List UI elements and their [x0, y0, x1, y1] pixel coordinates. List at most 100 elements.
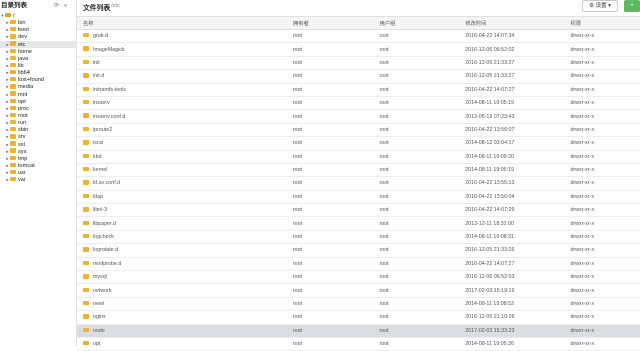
- refresh-icon[interactable]: ⟳: [54, 0, 59, 12]
- table-row[interactable]: network root root 2017-02-03 15:19:19 drwxr-…: [77, 283, 640, 298]
- table-row[interactable]: initramfs-tools root root 2016-04-22 14:07:…: [77, 83, 640, 97]
- table-row[interactable]: init.d root root 2016-12-05 21:33:27 drwxr-x…: [77, 69, 640, 84]
- column-header-permission[interactable]: 权限: [564, 16, 640, 30]
- cell-name: network: [77, 283, 287, 298]
- table-row[interactable]: insserv root root 2014-08-11 19:05:19 drwxr-…: [77, 96, 640, 111]
- file-name[interactable]: nginx: [93, 314, 106, 320]
- file-name[interactable]: ld.so.conf.d: [93, 180, 120, 186]
- table-row[interactable]: node root root 2017-02-03 15:33:23 drwxr-xr-…: [77, 324, 640, 338]
- cell-name: insserv.conf.d: [77, 109, 287, 124]
- directory-tree: ▾ / ▸ bin ▸ boot ▸ dev ▸ etc ▸ home ▸ java ▸ lib ▸ lib64 ▸…: [0, 12, 76, 183]
- add-button[interactable]: +: [624, 0, 640, 12]
- table-row[interactable]: logcheck root root 2014-08-11 19:08:31 drwxr…: [77, 230, 640, 245]
- table-row[interactable]: insserv.conf.d root root 2013-05-19 07:23:4…: [77, 109, 640, 124]
- cell-name: init.d: [77, 69, 287, 84]
- cell-perm: drwxr-xr-x: [564, 176, 640, 191]
- file-name[interactable]: initramfs-tools: [93, 87, 126, 93]
- tree-item[interactable]: ▸ usr: [0, 169, 76, 176]
- table-row[interactable]: logrotate.d root root 2016-12-05 21:33:26 dr…: [77, 243, 640, 258]
- tree-item[interactable]: ▸ lib: [0, 62, 76, 69]
- double-chevron-left-icon[interactable]: «: [64, 0, 67, 12]
- tree-item[interactable]: ▸ home: [0, 48, 76, 55]
- tree-item-label: sbin: [18, 127, 29, 134]
- table-row[interactable]: kbd root root 2014-08-11 19:09:20 drwxr-xr-x: [77, 150, 640, 164]
- tree-item[interactable]: ▸ srv: [0, 133, 76, 140]
- cell-perm: drwxr-xr-x: [564, 190, 640, 205]
- file-name[interactable]: init.d: [93, 73, 104, 79]
- file-name[interactable]: logcheck: [93, 234, 114, 240]
- tree-item[interactable]: ▸ boot: [0, 26, 76, 33]
- cell-owner: root: [286, 69, 374, 84]
- table-row[interactable]: grub.d root root 2016-04-22 14:07:34 drwxr-x…: [77, 29, 640, 44]
- table-row[interactable]: ImageMagick root root 2016-12-06 06:52:02 dr…: [77, 42, 640, 57]
- tree-item[interactable]: ▸ root: [0, 112, 76, 119]
- cell-owner: root: [286, 270, 374, 285]
- file-name[interactable]: init: [93, 60, 100, 66]
- folder-icon: [83, 140, 89, 145]
- column-header-group[interactable]: 用户组: [373, 16, 460, 30]
- table-row[interactable]: iproute2 root root 2016-04-22 13:56:07 drwxr…: [77, 123, 640, 138]
- tree-item[interactable]: ▸ tmp: [0, 155, 76, 162]
- table-row[interactable]: libpaper.d root root 2013-12-11 18:32:00 drw…: [77, 216, 640, 231]
- tree-item[interactable]: ▸ tomcat: [0, 162, 76, 169]
- file-name[interactable]: newt: [93, 301, 104, 307]
- folder-icon: [83, 33, 89, 38]
- tree-item[interactable]: ▾ /: [0, 12, 76, 19]
- table-row[interactable]: modprobe.d root root 2016-04-22 14:07:27 drw…: [77, 257, 640, 272]
- file-name[interactable]: libpaper.d: [93, 221, 116, 227]
- table-row[interactable]: kernel root root 2014-08-11 19:05:19 drwxr-x…: [77, 163, 640, 178]
- file-name[interactable]: ldap: [93, 194, 103, 200]
- table-row[interactable]: newt root root 2014-08-11 19:08:53 drwxr-xr-…: [77, 297, 640, 312]
- file-name[interactable]: grub.d: [93, 33, 108, 39]
- tree-item[interactable]: ▸ sys: [0, 148, 76, 155]
- cell-perm: drwxr-xr-x: [564, 123, 640, 138]
- file-name[interactable]: opt: [93, 341, 100, 347]
- folder-icon: [83, 153, 89, 158]
- cell-mtime: 2014-08-11 19:05:19: [459, 96, 565, 111]
- file-name[interactable]: libnl-3: [93, 207, 107, 213]
- column-header-owner[interactable]: 拥有者: [286, 16, 374, 30]
- table-row[interactable]: libnl-3 root root 2016-04-22 14:07:29 drwxr-…: [77, 203, 640, 218]
- settings-button[interactable]: ⚙ 设置 ▾: [582, 0, 618, 12]
- file-name[interactable]: iproute2: [93, 127, 112, 133]
- table-row[interactable]: ldap root root 2016-04-22 13:56:04 drwxr-xr-…: [77, 190, 640, 205]
- tree-item[interactable]: ▸ run: [0, 119, 76, 126]
- cell-name: grub.d: [77, 29, 287, 44]
- file-name[interactable]: kernel: [93, 167, 107, 173]
- tree-item[interactable]: ▸ dev: [0, 33, 76, 40]
- file-name[interactable]: iscsi: [93, 140, 103, 146]
- tree-item[interactable]: ▸ sbin: [0, 126, 76, 133]
- column-header-mtime[interactable]: 修改时间: [459, 16, 565, 30]
- tree-item[interactable]: ▸ java: [0, 55, 76, 62]
- file-name[interactable]: network: [93, 288, 112, 294]
- tree-item[interactable]: ▸ lib64: [0, 69, 76, 76]
- file-name[interactable]: ImageMagick: [93, 47, 125, 53]
- tree-item[interactable]: ▸ bin: [0, 19, 76, 26]
- table-row[interactable]: init root root 2016-12-05 21:33:27 drwxr-xr-…: [77, 56, 640, 71]
- file-name[interactable]: insserv: [93, 100, 110, 106]
- cell-mtime: 2016-12-05 21:33:26: [459, 243, 565, 258]
- tree-item-label: java: [18, 55, 29, 62]
- file-name[interactable]: insserv.conf.d: [93, 114, 125, 120]
- file-name[interactable]: mysql: [93, 274, 107, 280]
- table-row[interactable]: ld.so.conf.d root root 2016-04-22 13:55:13 d…: [77, 176, 640, 191]
- column-header-name[interactable]: 名称: [77, 16, 287, 30]
- tree-item[interactable]: ▸ mnt: [0, 91, 76, 98]
- tree-item[interactable]: ▸ lost+found: [0, 76, 76, 83]
- settings-label: 设置: [595, 3, 607, 9]
- tree-item[interactable]: ▸ opt: [0, 98, 76, 105]
- table-row[interactable]: iscsi root root 2014-08-12 03:04:17 drwxr-xr…: [77, 136, 640, 151]
- tree-item[interactable]: ▸ proc: [0, 105, 76, 112]
- table-row[interactable]: nginx root root 2016-12-05 21:10:26 drwxr-xr…: [77, 310, 640, 325]
- file-name[interactable]: node: [93, 328, 105, 334]
- tree-item[interactable]: ▸ etc: [0, 40, 76, 48]
- file-name[interactable]: logrotate.d: [93, 247, 118, 253]
- table-row[interactable]: mysql root root 2016-12-06 06:52:03 drwxr-xr…: [77, 270, 640, 285]
- tree-item[interactable]: ▸ var: [0, 176, 76, 183]
- tree-item[interactable]: ▸ media: [0, 83, 76, 90]
- file-name[interactable]: modprobe.d: [93, 261, 121, 267]
- tree-item[interactable]: ▸ ssl: [0, 141, 76, 148]
- file-name[interactable]: kbd: [93, 154, 102, 160]
- folder-icon: [10, 27, 16, 32]
- table-row[interactable]: opt root root 2014-08-11 19:05:26 drwxr-xr-x: [77, 337, 640, 351]
